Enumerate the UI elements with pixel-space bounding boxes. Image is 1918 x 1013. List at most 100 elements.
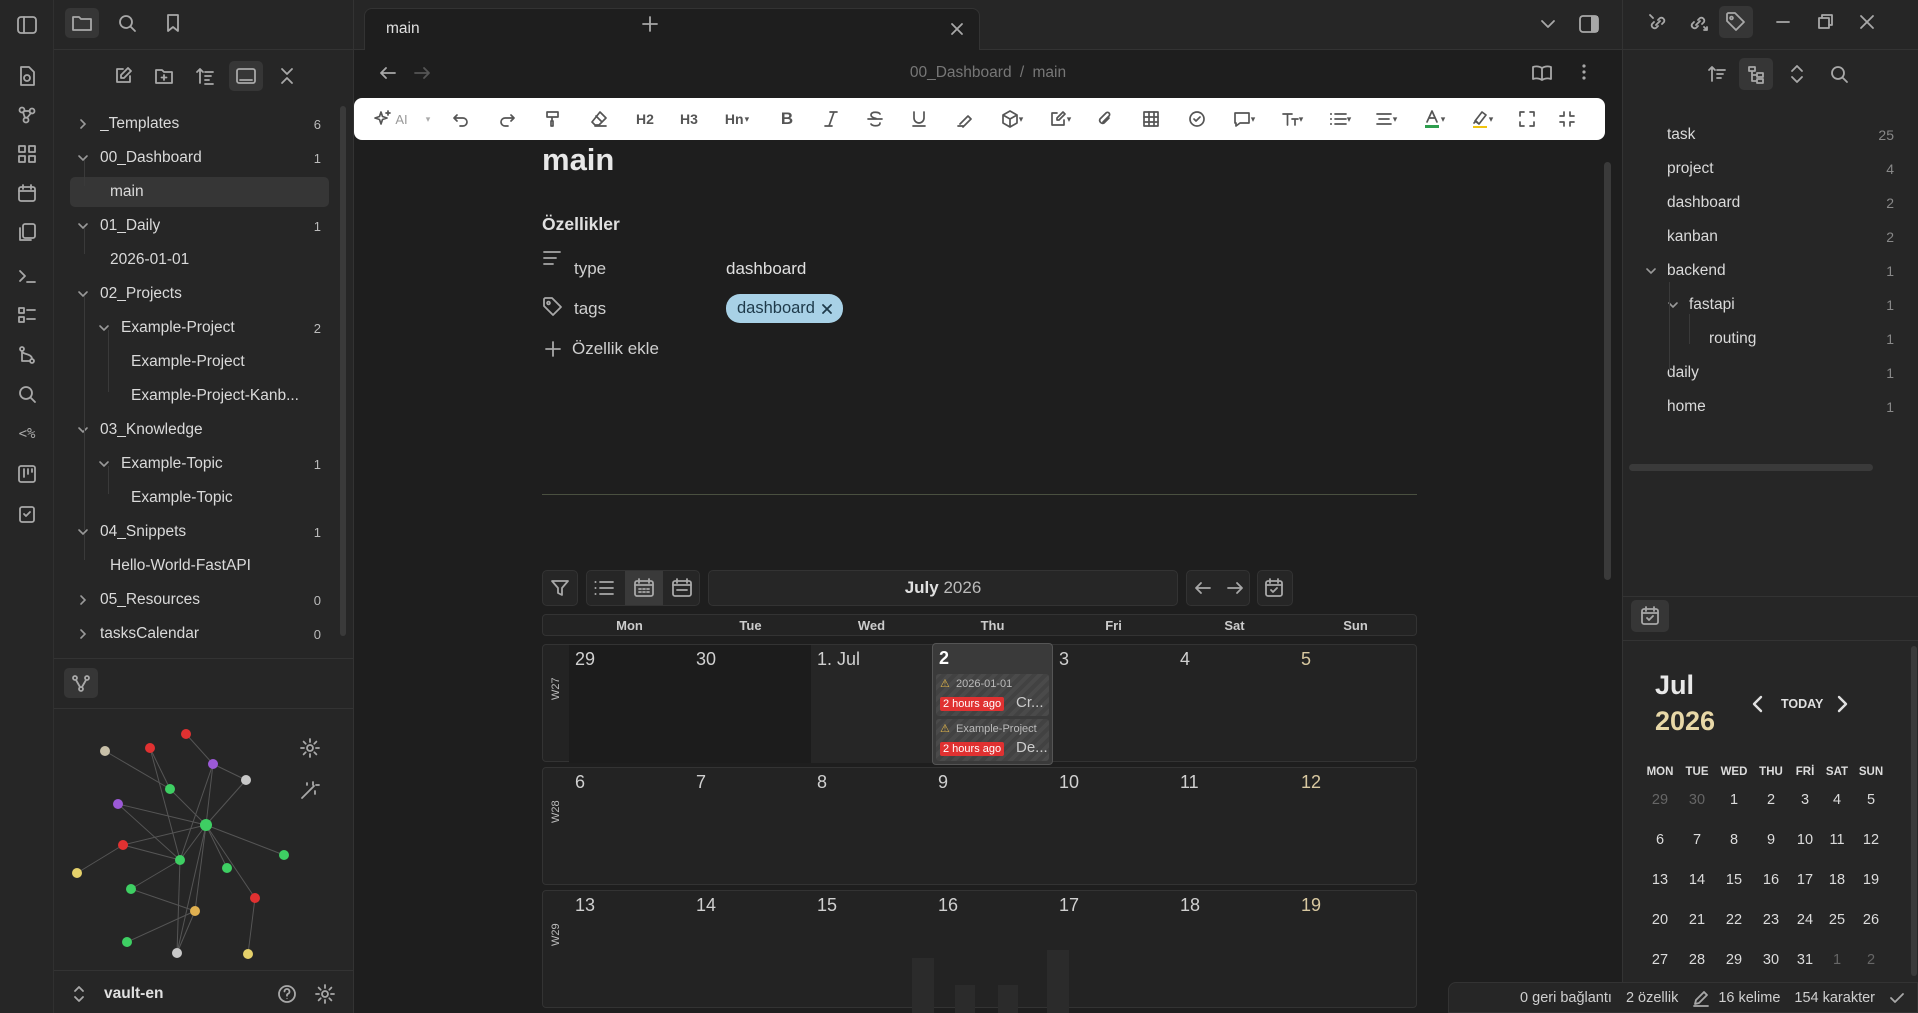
mini-cal-day[interactable]: 14 bbox=[1680, 872, 1714, 888]
strikethrough-icon[interactable] bbox=[862, 107, 888, 131]
mini-cal-day[interactable]: 15 bbox=[1717, 872, 1751, 888]
tag-item[interactable]: task 25 bbox=[1667, 120, 1894, 150]
calendar-day-cell[interactable]: 1. Jul bbox=[811, 645, 932, 763]
close-window-icon[interactable] bbox=[1857, 12, 1877, 32]
mini-cal-next-icon[interactable] bbox=[1835, 694, 1849, 714]
chevron-down-icon[interactable] bbox=[76, 527, 90, 537]
mini-cal-day[interactable]: 20 bbox=[1643, 912, 1677, 928]
add-property-button[interactable]: Özellik ekle bbox=[572, 339, 659, 359]
heading-3-button[interactable]: H3 bbox=[676, 107, 702, 131]
bookmarks-tab-icon[interactable] bbox=[156, 8, 190, 38]
minimize-icon[interactable] bbox=[1773, 12, 1793, 32]
tag-item[interactable]: daily 1 bbox=[1667, 358, 1894, 388]
mini-cal-day[interactable]: 24 bbox=[1788, 912, 1822, 928]
sort-icon[interactable] bbox=[188, 61, 222, 91]
today-button[interactable] bbox=[1257, 570, 1293, 606]
tag-item[interactable]: project 4 bbox=[1667, 154, 1894, 184]
expand-collapse-icon[interactable] bbox=[1789, 64, 1805, 84]
more-options-icon[interactable] bbox=[1580, 62, 1588, 82]
embed-block-icon[interactable]: ▾ bbox=[996, 107, 1028, 131]
tree-folder[interactable]: 03_Knowledge bbox=[70, 415, 329, 445]
mini-cal-today-button[interactable]: TODAY bbox=[1781, 697, 1823, 711]
calendar-day-cell[interactable]: 14 bbox=[690, 891, 811, 1009]
tree-folder[interactable]: 01_Daily 1 bbox=[70, 211, 329, 241]
undo-icon[interactable] bbox=[448, 107, 474, 131]
tag-tree-toggle[interactable] bbox=[1739, 58, 1773, 90]
kanban-list-icon[interactable] bbox=[13, 301, 41, 329]
calendar-event[interactable]: ⚠ Example-Project 2 hours ago De... bbox=[936, 719, 1049, 761]
terminal-icon[interactable] bbox=[13, 262, 41, 290]
tree-folder[interactable]: 00_Dashboard 1 bbox=[70, 143, 329, 173]
chevron-down-icon[interactable] bbox=[76, 289, 90, 299]
mini-cal-day[interactable]: 16 bbox=[1754, 872, 1788, 888]
files-tab-icon[interactable] bbox=[65, 8, 99, 38]
ai-button[interactable]: AI bbox=[366, 107, 416, 131]
chevron-down-icon[interactable] bbox=[1645, 266, 1657, 276]
calendar-day-cell[interactable]: 13 bbox=[569, 891, 690, 1009]
mini-cal-day[interactable]: 4 bbox=[1820, 792, 1854, 808]
mini-cal-day[interactable]: 12 bbox=[1854, 832, 1888, 848]
outgoing-links-icon[interactable] bbox=[1687, 12, 1709, 34]
calendar-day-cell[interactable]: 16 bbox=[932, 891, 1053, 1009]
breadcrumb-file[interactable]: main bbox=[1033, 64, 1067, 81]
note-title[interactable]: main bbox=[542, 142, 614, 178]
calendar-day-cell[interactable]: 6 bbox=[569, 768, 690, 886]
graph-node[interactable] bbox=[122, 937, 132, 947]
graph-settings-icon[interactable] bbox=[299, 737, 321, 759]
calendar-day-cell[interactable]: 30 bbox=[690, 645, 811, 763]
highlight-clear-icon[interactable] bbox=[952, 107, 978, 131]
tag-item[interactable]: dashboard 2 bbox=[1667, 188, 1894, 218]
mini-cal-day[interactable]: 23 bbox=[1754, 912, 1788, 928]
mini-cal-day[interactable]: 5 bbox=[1854, 792, 1888, 808]
tree-folder[interactable]: 04_Snippets 1 bbox=[70, 517, 329, 547]
graph-node[interactable] bbox=[165, 784, 175, 794]
graph-node[interactable] bbox=[243, 949, 253, 959]
graph-node[interactable] bbox=[118, 840, 128, 850]
mini-cal-day[interactable]: 1 bbox=[1717, 792, 1751, 808]
vault-switch-icon[interactable] bbox=[72, 984, 86, 1004]
tag-item[interactable]: backend 1 bbox=[1646, 256, 1894, 286]
auto-reveal-icon[interactable] bbox=[229, 61, 263, 91]
templates-icon[interactable] bbox=[13, 218, 41, 246]
calendar-day-cell[interactable]: 18 bbox=[1174, 891, 1295, 1009]
mini-cal-day[interactable]: 30 bbox=[1680, 792, 1714, 808]
tree-file[interactable]: 2026-01-01 bbox=[70, 245, 329, 275]
sidebar-toggle-icon[interactable] bbox=[13, 11, 41, 39]
prop-value-type[interactable]: dashboard bbox=[726, 259, 806, 279]
collapse-all-icon[interactable] bbox=[270, 61, 304, 91]
restore-icon[interactable] bbox=[1815, 12, 1835, 32]
text-size-icon[interactable]: ▾ bbox=[1276, 107, 1308, 131]
mini-cal-prev-icon[interactable] bbox=[1751, 694, 1765, 714]
graph-node[interactable] bbox=[100, 746, 110, 756]
tag-item[interactable]: kanban 2 bbox=[1667, 222, 1894, 252]
mini-cal-day[interactable]: 6 bbox=[1643, 832, 1677, 848]
tag-item[interactable]: home 1 bbox=[1667, 392, 1894, 422]
chevron-down-icon[interactable] bbox=[76, 153, 90, 163]
tree-folder[interactable]: _Templates 6 bbox=[70, 109, 329, 139]
edit-block-icon[interactable]: ▾ bbox=[1044, 107, 1076, 131]
graph-node[interactable] bbox=[172, 948, 182, 958]
status-backlinks[interactable]: 0 geri bağlantı bbox=[1520, 990, 1612, 1006]
graph-view-icon[interactable] bbox=[13, 101, 41, 129]
tag-sort-icon[interactable] bbox=[1707, 64, 1727, 84]
align-icon[interactable]: ▾ bbox=[1370, 107, 1402, 131]
vault-name[interactable]: vault-en bbox=[104, 985, 163, 1003]
mini-cal-day[interactable]: 2 bbox=[1754, 792, 1788, 808]
mini-cal-day[interactable]: 29 bbox=[1643, 792, 1677, 808]
close-tab-icon[interactable] bbox=[949, 21, 965, 37]
graph-node[interactable] bbox=[241, 775, 251, 785]
search-tab-icon[interactable] bbox=[110, 8, 144, 38]
local-graph-tab-icon[interactable] bbox=[64, 668, 98, 698]
tree-scrollbar[interactable] bbox=[340, 106, 346, 636]
mini-cal-day[interactable]: 7 bbox=[1680, 832, 1714, 848]
daily-note-icon[interactable] bbox=[13, 179, 41, 207]
highlight-color-icon[interactable]: ▾ bbox=[1466, 107, 1498, 131]
mini-cal-day[interactable]: 26 bbox=[1854, 912, 1888, 928]
new-folder-icon[interactable] bbox=[147, 61, 181, 91]
filter-button[interactable] bbox=[542, 570, 578, 606]
tag-pill[interactable]: dashboard bbox=[726, 294, 843, 323]
mini-cal-day[interactable]: 17 bbox=[1788, 872, 1822, 888]
month-view-button[interactable] bbox=[625, 571, 663, 605]
status-properties[interactable]: 2 özellik bbox=[1626, 990, 1678, 1006]
tag-item[interactable]: routing 1 bbox=[1667, 324, 1894, 354]
